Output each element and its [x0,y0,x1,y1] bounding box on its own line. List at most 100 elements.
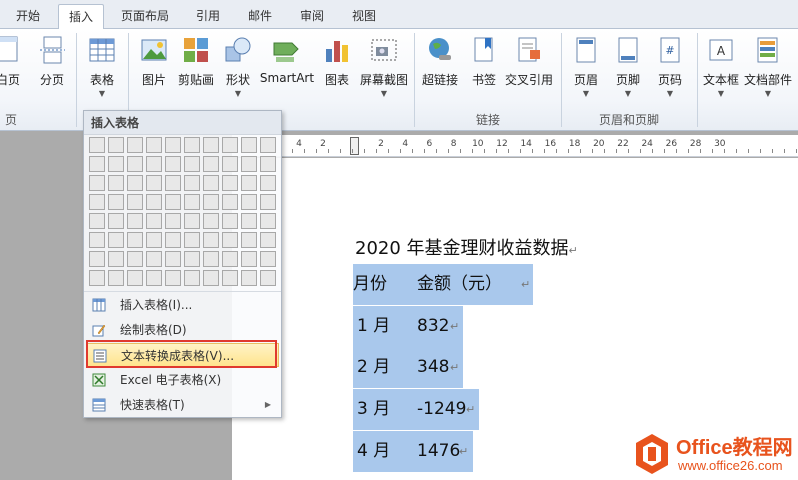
grid-cell[interactable] [260,232,276,248]
tab-home[interactable]: 开始 [6,4,50,30]
menu-excel-spreadsheet[interactable]: Excel 电子表格(X) [86,368,279,392]
grid-cell[interactable] [89,194,105,210]
grid-cell[interactable] [203,194,219,210]
table-row[interactable]: 4 月 1476 ↵ [353,431,473,472]
screenshot-button[interactable]: 屏幕截图 ▼ [360,33,408,109]
menu-quick-tables[interactable]: 快速表格(T) ▶ [86,393,279,417]
grid-cell[interactable] [241,137,257,153]
grid-cell[interactable] [203,175,219,191]
grid-cell[interactable] [127,270,143,286]
grid-cell[interactable] [222,175,238,191]
grid-cell[interactable] [146,194,162,210]
grid-cell[interactable] [108,251,124,267]
grid-cell[interactable] [203,156,219,172]
grid-cell[interactable] [203,137,219,153]
grid-cell[interactable] [184,232,200,248]
grid-cell[interactable] [165,213,181,229]
grid-cell[interactable] [260,270,276,286]
grid-cell[interactable] [165,175,181,191]
table-size-grid[interactable] [89,137,278,287]
grid-cell[interactable] [127,156,143,172]
page-number-button[interactable]: # 页码 ▼ [646,33,694,109]
grid-cell[interactable] [146,156,162,172]
grid-cell[interactable] [241,232,257,248]
grid-cell[interactable] [146,270,162,286]
grid-cell[interactable] [184,213,200,229]
grid-cell[interactable] [89,270,105,286]
menu-draw-table[interactable]: 绘制表格(D) [86,318,279,342]
grid-cell[interactable] [146,137,162,153]
document-title[interactable]: 2020 年基金理财收益数据↵ [355,234,578,260]
table-button[interactable]: 表格 ▼ [78,33,126,109]
menu-insert-table[interactable]: 插入表格(I)... [86,293,279,317]
tab-review[interactable]: 审阅 [290,4,334,30]
grid-cell[interactable] [89,137,105,153]
smartart-button[interactable]: SmartArt [260,33,314,109]
grid-cell[interactable] [165,232,181,248]
grid-cell[interactable] [127,175,143,191]
table-row[interactable]: 3 月 -1249 ↵ [353,389,479,430]
grid-cell[interactable] [165,251,181,267]
grid-cell[interactable] [146,213,162,229]
grid-cell[interactable] [108,194,124,210]
grid-cell[interactable] [260,194,276,210]
grid-cell[interactable] [127,213,143,229]
grid-cell[interactable] [146,175,162,191]
grid-cell[interactable] [108,213,124,229]
grid-cell[interactable] [260,251,276,267]
grid-cell[interactable] [241,213,257,229]
grid-cell[interactable] [260,175,276,191]
grid-cell[interactable] [241,251,257,267]
grid-cell[interactable] [260,156,276,172]
tab-references[interactable]: 引用 [186,4,230,30]
grid-cell[interactable] [146,251,162,267]
grid-cell[interactable] [108,175,124,191]
grid-cell[interactable] [222,156,238,172]
grid-cell[interactable] [222,213,238,229]
grid-cell[interactable] [89,213,105,229]
grid-cell[interactable] [108,232,124,248]
grid-cell[interactable] [222,251,238,267]
grid-cell[interactable] [127,251,143,267]
grid-cell[interactable] [184,137,200,153]
quick-parts-button[interactable]: 文档部件 ▼ [744,33,792,109]
grid-cell[interactable] [89,156,105,172]
horizontal-ruler[interactable]: 2 4 6 8 10 12 14 16 18 20 22 24 26 28 30 4 2 [232,135,798,157]
grid-cell[interactable] [184,194,200,210]
grid-cell[interactable] [89,232,105,248]
grid-cell[interactable] [241,156,257,172]
table-row[interactable]: 1 月 832 ↵ [353,306,463,347]
grid-cell[interactable] [165,137,181,153]
grid-cell[interactable] [165,194,181,210]
grid-cell[interactable] [222,194,238,210]
grid-cell[interactable] [89,175,105,191]
grid-cell[interactable] [203,251,219,267]
grid-cell[interactable] [260,213,276,229]
grid-cell[interactable] [260,137,276,153]
grid-cell[interactable] [146,232,162,248]
grid-cell[interactable] [203,213,219,229]
grid-cell[interactable] [184,175,200,191]
grid-cell[interactable] [108,137,124,153]
grid-cell[interactable] [203,232,219,248]
grid-cell[interactable] [89,251,105,267]
table-row[interactable]: 2 月 348 ↵ [353,347,463,388]
grid-cell[interactable] [108,270,124,286]
grid-cell[interactable] [241,270,257,286]
grid-cell[interactable] [165,270,181,286]
grid-cell[interactable] [222,270,238,286]
tab-view[interactable]: 视图 [342,4,386,30]
grid-cell[interactable] [165,156,181,172]
page-break-button[interactable]: 分页 [28,33,76,109]
grid-cell[interactable] [108,156,124,172]
grid-cell[interactable] [184,156,200,172]
grid-cell[interactable] [222,137,238,153]
tab-insert[interactable]: 插入 [58,4,104,30]
grid-cell[interactable] [127,137,143,153]
grid-cell[interactable] [184,251,200,267]
tab-mailings[interactable]: 邮件 [238,4,282,30]
grid-cell[interactable] [203,270,219,286]
cross-reference-button[interactable]: 交叉引用 [505,33,553,109]
grid-cell[interactable] [241,175,257,191]
tab-page-layout[interactable]: 页面布局 [112,4,178,30]
